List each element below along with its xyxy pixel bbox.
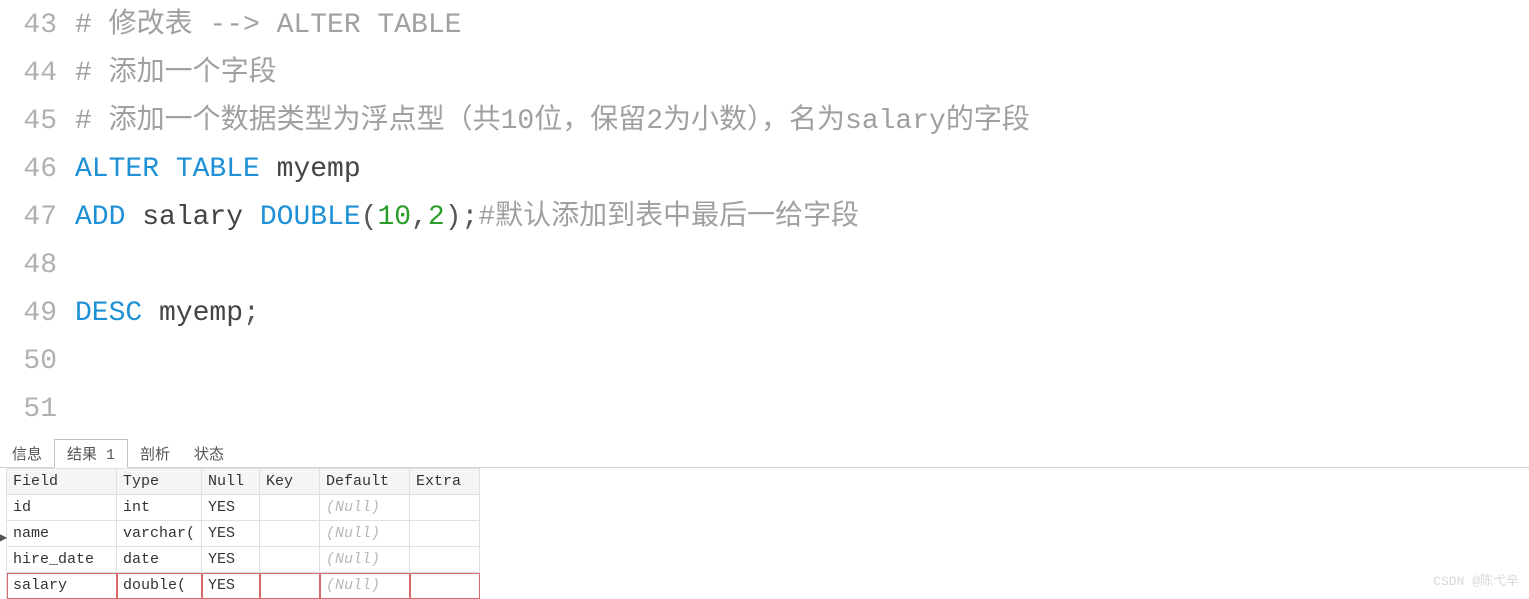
line-number: 49 <box>0 290 75 338</box>
code-line[interactable]: 46ALTER TABLE myemp <box>0 146 1529 194</box>
code-content[interactable]: # 修改表 --> ALTER TABLE <box>75 2 461 50</box>
code-line[interactable]: 48 <box>0 242 1529 290</box>
code-content[interactable]: # 添加一个字段 <box>75 50 277 98</box>
tab-剖析[interactable]: 剖析 <box>128 440 182 467</box>
column-header[interactable]: Type <box>117 469 202 495</box>
code-content[interactable]: ALTER TABLE myemp <box>75 146 361 194</box>
result-table[interactable]: FieldTypeNullKeyDefaultExtra idintYES (Nul… <box>6 468 480 599</box>
cell[interactable]: name <box>7 521 117 547</box>
tab-信息[interactable]: 信息 <box>0 440 54 467</box>
column-header[interactable]: Field <box>7 469 117 495</box>
code-line[interactable]: 51 <box>0 386 1529 434</box>
cell[interactable]: YES <box>202 495 260 521</box>
line-number: 45 <box>0 98 75 146</box>
line-number: 47 <box>0 194 75 242</box>
code-line[interactable]: 47ADD salary DOUBLE(10,2);#默认添加到表中最后一给字段 <box>0 194 1529 242</box>
cell[interactable] <box>410 521 480 547</box>
code-line[interactable]: 43# 修改表 --> ALTER TABLE <box>0 2 1529 50</box>
cell[interactable] <box>260 547 320 573</box>
cell[interactable] <box>260 521 320 547</box>
cell[interactable]: YES <box>202 521 260 547</box>
cell[interactable]: (Null) <box>320 521 410 547</box>
tab-结果 1[interactable]: 结果 1 <box>54 439 128 468</box>
line-number: 50 <box>0 338 75 386</box>
line-number: 48 <box>0 242 75 290</box>
cell[interactable] <box>410 547 480 573</box>
cell[interactable]: date <box>117 547 202 573</box>
cell[interactable] <box>410 495 480 521</box>
cell[interactable]: varchar( <box>117 521 202 547</box>
code-line[interactable]: 44# 添加一个字段 <box>0 50 1529 98</box>
row-pointer-icon: ▶ <box>0 530 7 545</box>
column-header[interactable]: Null <box>202 469 260 495</box>
code-content[interactable]: DESC myemp; <box>75 290 260 338</box>
code-line[interactable]: 50 <box>0 338 1529 386</box>
cell[interactable] <box>260 495 320 521</box>
watermark: CSDN @陈弋辛 <box>1433 570 1519 589</box>
code-editor[interactable]: 43# 修改表 --> ALTER TABLE44# 添加一个字段45# 添加一… <box>0 0 1529 434</box>
cell[interactable]: (Null) <box>320 495 410 521</box>
cell[interactable]: YES <box>202 547 260 573</box>
code-content[interactable]: ADD salary DOUBLE(10,2);#默认添加到表中最后一给字段 <box>75 194 859 242</box>
cell[interactable]: int <box>117 495 202 521</box>
line-number: 51 <box>0 386 75 434</box>
column-header[interactable]: Extra <box>410 469 480 495</box>
table-row[interactable]: namevarchar(YES (Null) <box>7 521 480 547</box>
tab-状态[interactable]: 状态 <box>182 440 236 467</box>
line-number: 46 <box>0 146 75 194</box>
cell[interactable]: (Null) <box>320 547 410 573</box>
column-header[interactable]: Default <box>320 469 410 495</box>
table-row[interactable]: idintYES (Null) <box>7 495 480 521</box>
code-line[interactable]: 45# 添加一个数据类型为浮点型（共10位，保留2为小数），名为salary的字… <box>0 98 1529 146</box>
result-tabs: 信息结果 1剖析状态 <box>0 442 1529 468</box>
line-number: 44 <box>0 50 75 98</box>
code-line[interactable]: 49DESC myemp; <box>0 290 1529 338</box>
code-content[interactable]: # 添加一个数据类型为浮点型（共10位，保留2为小数），名为salary的字段 <box>75 98 1030 146</box>
column-header[interactable]: Key <box>260 469 320 495</box>
table-row[interactable]: hire_datedateYES (Null) <box>7 547 480 573</box>
cell[interactable]: id <box>7 495 117 521</box>
line-number: 43 <box>0 2 75 50</box>
cell[interactable]: hire_date <box>7 547 117 573</box>
